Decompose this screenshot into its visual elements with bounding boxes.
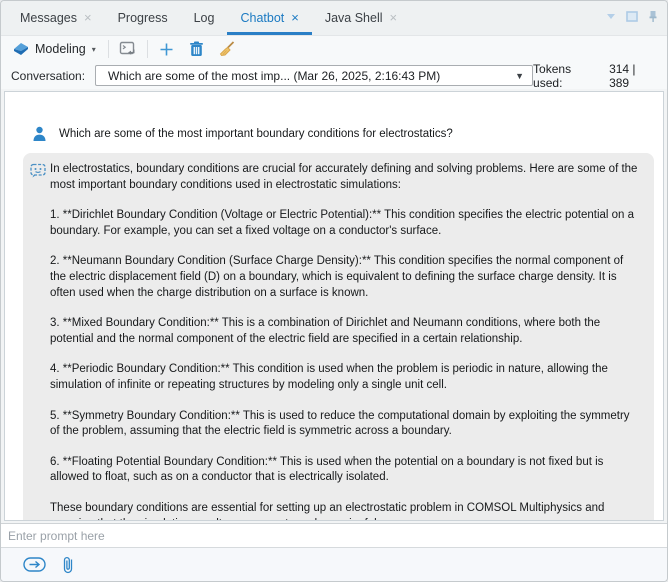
conversation-row: Conversation: Which are some of the most…	[1, 62, 667, 89]
window-controls	[605, 10, 659, 22]
chatbot-panel-window: Messages × Progress Log Chatbot × Java S…	[0, 0, 668, 582]
chat-history-panel[interactable]: Which are some of the most important bou…	[4, 91, 664, 521]
user-avatar-icon	[32, 126, 47, 142]
tab-label: Messages	[20, 11, 77, 25]
bot-paragraph: 2. **Neumann Boundary Condition (Surface…	[50, 254, 640, 301]
float-window-icon[interactable]	[626, 10, 638, 22]
toolbar-separator	[108, 40, 109, 58]
chevron-down-icon: ▾	[92, 45, 96, 54]
tab-progress[interactable]: Progress	[105, 3, 181, 35]
tab-label: Java Shell	[325, 11, 383, 25]
pin-icon[interactable]	[647, 10, 659, 22]
tab-label: Progress	[118, 11, 168, 25]
close-icon[interactable]: ×	[84, 11, 92, 24]
prompt-input[interactable]	[1, 524, 667, 547]
tab-messages[interactable]: Messages ×	[7, 3, 105, 35]
bot-avatar-icon	[30, 163, 46, 178]
tab-chatbot[interactable]: Chatbot ×	[227, 3, 311, 35]
prompt-action-bar	[1, 548, 667, 581]
tab-bar: Messages × Progress Log Chatbot × Java S…	[1, 1, 667, 35]
chat-scroll-area: Which are some of the most important bou…	[5, 92, 663, 521]
dropdown-arrow-icon: ▼	[515, 71, 524, 81]
tab-label: Chatbot	[240, 11, 284, 25]
toolbar-separator	[147, 40, 148, 58]
mode-dropdown-label: Modeling	[35, 42, 86, 56]
close-icon[interactable]: ×	[291, 11, 299, 24]
send-prompt-button[interactable]	[22, 554, 46, 576]
bot-paragraph: 1. **Dirichlet Boundary Condition (Volta…	[50, 208, 640, 239]
bot-paragraph: 6. **Floating Potential Boundary Conditi…	[50, 455, 640, 486]
bot-paragraph: 3. **Mixed Boundary Condition:** This is…	[50, 316, 640, 347]
delete-conversation-button[interactable]	[186, 38, 208, 60]
tab-log[interactable]: Log	[181, 3, 228, 35]
chatbot-toolbar: Modeling ▾	[1, 35, 667, 62]
conversation-select[interactable]: Which are some of the most imp... (Mar 2…	[95, 65, 533, 86]
bot-paragraph: 4. **Periodic Boundary Condition:** This…	[50, 362, 640, 393]
bot-message-bubble: In electrostatics, boundary conditions a…	[23, 153, 654, 521]
bot-paragraph: These boundary conditions are essential …	[50, 501, 640, 521]
conversation-selected-option: Which are some of the most imp... (Mar 2…	[108, 69, 509, 83]
tab-label: Log	[194, 11, 215, 25]
bot-paragraph: 5. **Symmetry Boundary Condition:** This…	[50, 409, 640, 440]
prompt-input-row	[1, 523, 667, 548]
conversation-label: Conversation:	[11, 69, 85, 83]
close-icon[interactable]: ×	[390, 11, 398, 24]
tokens-used: Tokens used: 314 | 389	[533, 62, 657, 90]
clear-conversation-broom-icon[interactable]	[216, 38, 238, 60]
new-conversation-button[interactable]	[156, 38, 178, 60]
attach-file-paperclip-icon[interactable]	[56, 554, 80, 576]
tab-java-shell[interactable]: Java Shell ×	[312, 3, 410, 35]
collapse-panel-icon[interactable]	[605, 10, 617, 22]
user-message-row: Which are some of the most important bou…	[32, 126, 654, 142]
mode-dropdown[interactable]: Modeling ▾	[9, 40, 100, 58]
user-message-text: Which are some of the most important bou…	[59, 126, 453, 140]
insert-code-button[interactable]	[117, 38, 139, 60]
modeling-icon	[13, 42, 29, 56]
tokens-used-label: Tokens used:	[533, 62, 601, 90]
bot-paragraph: In electrostatics, boundary conditions a…	[50, 162, 640, 193]
tokens-used-value: 314 | 389	[609, 62, 657, 90]
